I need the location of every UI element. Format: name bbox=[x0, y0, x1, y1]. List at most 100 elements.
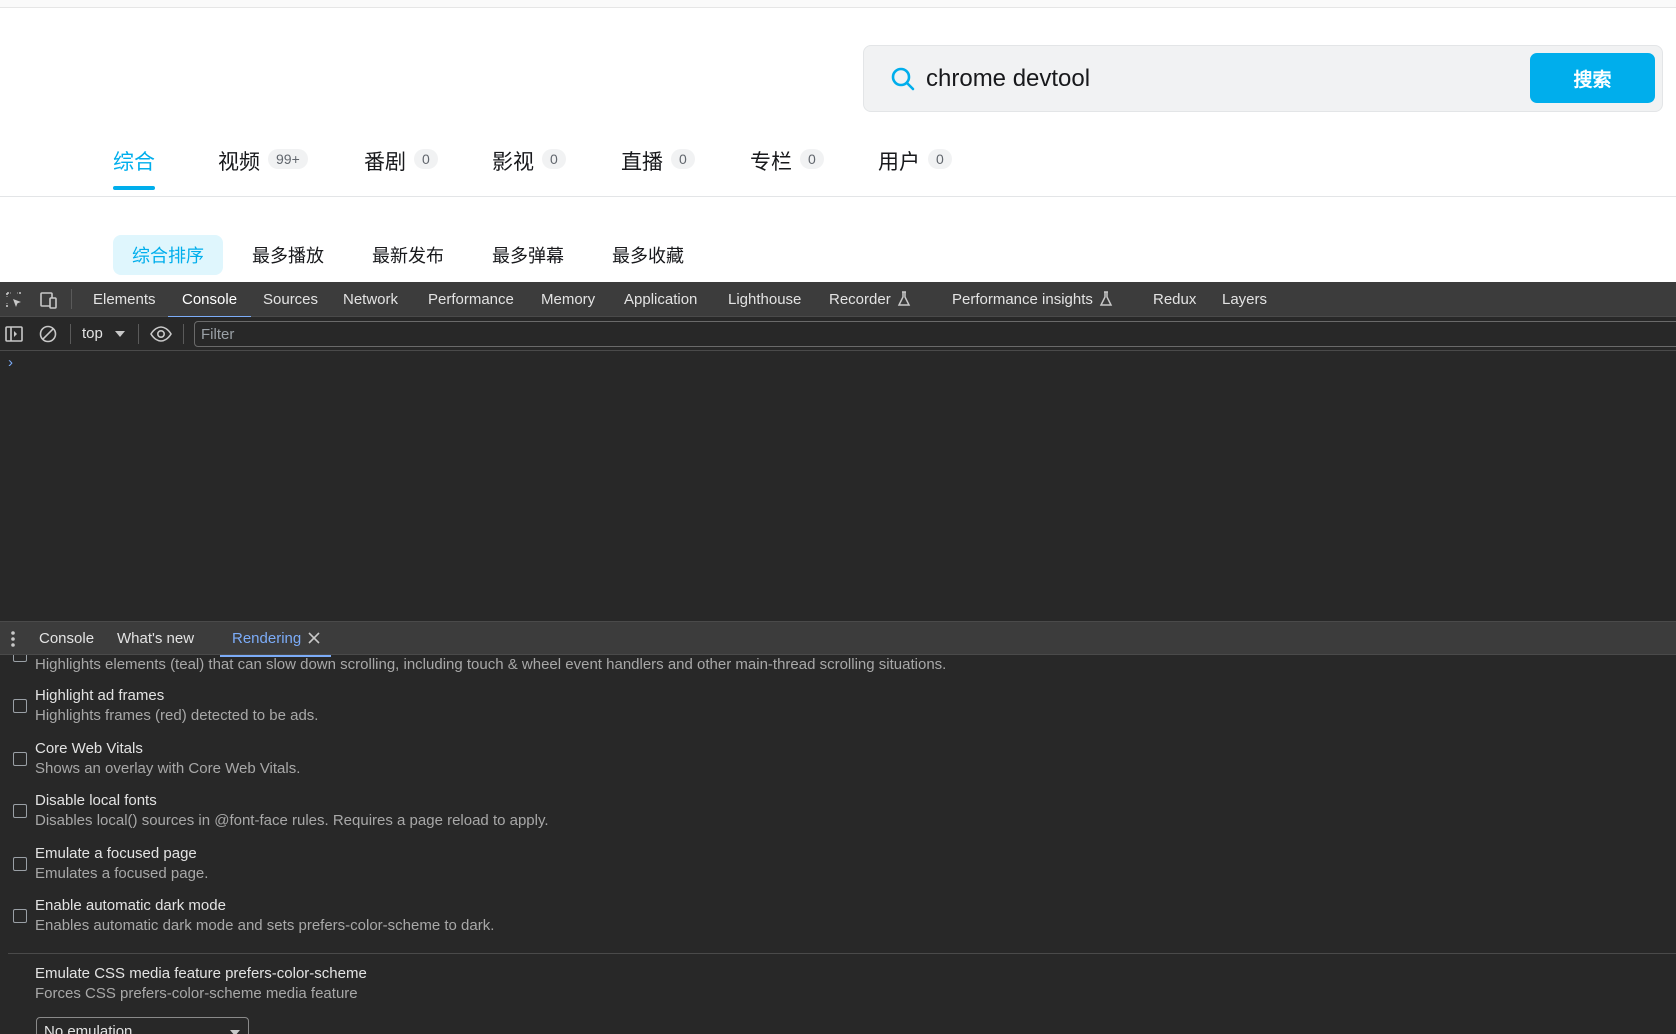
console-toolbar: top bbox=[0, 317, 1676, 351]
option-title: Highlight ad frames bbox=[35, 687, 165, 704]
console-prompt[interactable]: › bbox=[8, 354, 13, 371]
panel-tab-memory[interactable]: Memory bbox=[541, 282, 595, 317]
sort-most-danmaku[interactable]: 最多弹幕 bbox=[473, 235, 583, 275]
option-title: Disable local fonts bbox=[35, 792, 157, 809]
rendering-settings: Highlights elements (teal) that can slow… bbox=[0, 655, 1676, 1034]
option-description: Emulates a focused page. bbox=[35, 865, 209, 882]
tab-label: 专栏 bbox=[750, 150, 792, 174]
option-description: Shows an overlay with Core Web Vitals. bbox=[35, 760, 301, 777]
live-expression-eye-icon[interactable] bbox=[150, 324, 172, 344]
checkbox[interactable] bbox=[13, 909, 27, 923]
tab-label: 影视 bbox=[492, 150, 534, 174]
rendering-option-scrolling-issues: Highlights elements (teal) that can slow… bbox=[0, 655, 1676, 685]
option-description: Highlights frames (red) detected to be a… bbox=[35, 707, 319, 724]
checkbox[interactable] bbox=[13, 699, 27, 713]
sort-options: 综合排序 最多播放 最新发布 最多弹幕 最多收藏 bbox=[0, 235, 1676, 275]
checkbox[interactable] bbox=[13, 804, 27, 818]
option-description: Highlights elements (teal) that can slow… bbox=[35, 656, 947, 673]
option-title: Core Web Vitals bbox=[35, 740, 143, 757]
sort-most-played[interactable]: 最多播放 bbox=[233, 235, 343, 275]
tab-movie[interactable]: 影视 0 bbox=[492, 146, 566, 190]
more-vertical-icon[interactable] bbox=[10, 630, 16, 648]
web-page: chrome devtool 搜索 综合 视频 99+ 番剧 0 影视 0 直播… bbox=[0, 0, 1676, 282]
panel-tab-redux[interactable]: Redux bbox=[1153, 282, 1196, 317]
panel-tab-sources[interactable]: Sources bbox=[263, 282, 318, 317]
console-filter-input[interactable] bbox=[194, 321, 1676, 347]
context-selector-value: top bbox=[82, 325, 103, 342]
drawer-tab-bar: Console What's new Rendering bbox=[0, 621, 1676, 657]
panel-tab-recorder[interactable]: Recorder bbox=[829, 282, 911, 317]
select-value: No emulation bbox=[44, 1023, 133, 1034]
panel-tab-layers[interactable]: Layers bbox=[1222, 282, 1267, 317]
top-header-edge bbox=[0, 0, 1676, 8]
prefers-color-scheme-select[interactable]: No emulation bbox=[36, 1017, 249, 1034]
section-divider bbox=[8, 953, 1676, 954]
panel-tab-label: Recorder bbox=[829, 291, 891, 308]
device-toolbar-icon[interactable] bbox=[38, 290, 58, 310]
panel-tab-application[interactable]: Application bbox=[624, 282, 697, 317]
panel-tab-performance[interactable]: Performance bbox=[428, 282, 514, 317]
tab-count-badge: 0 bbox=[414, 149, 438, 169]
option-title: Enable automatic dark mode bbox=[35, 897, 226, 914]
tab-all[interactable]: 综合 bbox=[113, 146, 155, 190]
media-feature-prefers-color-scheme: Emulate CSS media feature prefers-color-… bbox=[0, 964, 1676, 1014]
tab-count-badge: 99+ bbox=[268, 149, 308, 169]
drawer-tab-rendering[interactable]: Rendering bbox=[219, 622, 332, 657]
panel-tab-elements[interactable]: Elements bbox=[93, 282, 156, 317]
option-description: Disables local() sources in @font-face r… bbox=[35, 812, 549, 829]
search-icon bbox=[891, 67, 915, 91]
inspect-element-icon[interactable] bbox=[4, 290, 24, 310]
rendering-option-ad-frames: Highlight ad frames Highlights frames (r… bbox=[0, 686, 1676, 736]
panel-tab-lighthouse[interactable]: Lighthouse bbox=[728, 282, 801, 317]
experimental-flask-icon bbox=[897, 290, 910, 306]
tab-label: 用户 bbox=[878, 150, 920, 174]
option-description: Forces CSS prefers-color-scheme media fe… bbox=[35, 985, 358, 1002]
option-title: Emulate CSS media feature prefers-color-… bbox=[35, 965, 367, 982]
tab-label: 综合 bbox=[113, 150, 155, 174]
panel-tab-label: Performance insights bbox=[952, 291, 1093, 308]
toolbar-separator bbox=[183, 324, 184, 344]
drawer-tab-whats-new[interactable]: What's new bbox=[117, 622, 194, 656]
tab-article[interactable]: 专栏 0 bbox=[750, 146, 824, 190]
context-selector[interactable]: top bbox=[82, 317, 126, 351]
panel-tab-performance-insights[interactable]: Performance insights bbox=[952, 282, 1113, 317]
option-title: Emulate a focused page bbox=[35, 845, 197, 862]
tab-count-badge: 0 bbox=[671, 149, 695, 169]
option-description: Enables automatic dark mode and sets pre… bbox=[35, 917, 495, 934]
result-type-tabs: 综合 视频 99+ 番剧 0 影视 0 直播 0 专栏 0 用户 0 bbox=[0, 140, 1676, 197]
sort-most-favorited[interactable]: 最多收藏 bbox=[593, 235, 703, 275]
dropdown-arrow-icon bbox=[115, 331, 126, 337]
drawer-tab-console[interactable]: Console bbox=[39, 622, 94, 656]
tab-label: 视频 bbox=[218, 150, 260, 174]
search-button[interactable]: 搜索 bbox=[1530, 53, 1655, 103]
panel-tab-network[interactable]: Network bbox=[343, 282, 398, 317]
checkbox[interactable] bbox=[13, 752, 27, 766]
experimental-flask-icon bbox=[1099, 290, 1113, 306]
tab-video[interactable]: 视频 99+ bbox=[218, 146, 308, 190]
tab-count-badge: 0 bbox=[800, 149, 824, 169]
sort-comprehensive[interactable]: 综合排序 bbox=[113, 235, 223, 275]
tab-live[interactable]: 直播 0 bbox=[621, 146, 695, 190]
clear-console-icon[interactable] bbox=[38, 324, 58, 344]
rendering-option-auto-dark-mode: Enable automatic dark mode Enables autom… bbox=[0, 896, 1676, 946]
tab-count-badge: 0 bbox=[542, 149, 566, 169]
rendering-option-disable-local-fonts: Disable local fonts Disables local() sou… bbox=[0, 791, 1676, 841]
toolbar-separator bbox=[70, 324, 71, 344]
checkbox[interactable] bbox=[13, 857, 27, 871]
checkbox[interactable] bbox=[13, 655, 27, 662]
toolbar-separator bbox=[138, 324, 139, 344]
sort-newest[interactable]: 最新发布 bbox=[353, 235, 463, 275]
tab-label: 番剧 bbox=[364, 150, 406, 174]
toolbar-separator bbox=[71, 289, 72, 309]
tab-user[interactable]: 用户 0 bbox=[878, 146, 952, 190]
search-input[interactable]: chrome devtool bbox=[926, 62, 1090, 96]
devtools-panel: Elements Console Sources Network Perform… bbox=[0, 282, 1676, 1034]
tab-count-badge: 0 bbox=[928, 149, 952, 169]
dropdown-arrow-icon bbox=[230, 1030, 240, 1034]
search-bar[interactable]: chrome devtool 搜索 bbox=[863, 45, 1663, 112]
panel-tab-console[interactable]: Console bbox=[167, 282, 252, 318]
tab-bangumi[interactable]: 番剧 0 bbox=[364, 146, 438, 190]
devtools-tab-bar: Elements Console Sources Network Perform… bbox=[0, 282, 1676, 318]
close-icon[interactable] bbox=[306, 630, 322, 646]
sidebar-toggle-icon[interactable] bbox=[4, 324, 24, 344]
